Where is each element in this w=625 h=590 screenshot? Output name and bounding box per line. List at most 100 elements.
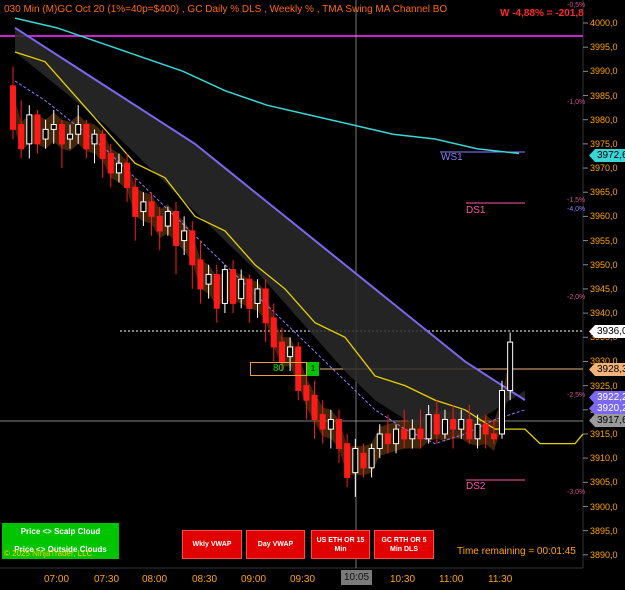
price-axis-label: 3910,0 bbox=[590, 453, 618, 464]
day-vwap-button[interactable]: Day VWAP bbox=[246, 530, 305, 559]
pct-label: -2,0% bbox=[567, 294, 586, 301]
order-quantity-box[interactable]: 80 bbox=[250, 362, 307, 376]
bearish-candle bbox=[156, 215, 163, 232]
bearish-candle bbox=[107, 153, 114, 174]
bearish-candle bbox=[132, 186, 139, 217]
pct-label: -1,5% bbox=[567, 197, 586, 204]
bullish-candle bbox=[327, 418, 334, 430]
order-price-badge: 3928,3 bbox=[589, 363, 625, 376]
time-axis-label: 08:00 bbox=[142, 574, 168, 585]
scalp-cloud-button[interactable]: Price <> Scalp Cloud bbox=[2, 523, 119, 541]
price-axis-label: 3945,0 bbox=[590, 283, 618, 294]
bullish-candle bbox=[474, 423, 481, 440]
bearish-candle bbox=[230, 269, 237, 304]
bullish-candle bbox=[499, 389, 505, 435]
bearish-candle bbox=[450, 418, 457, 430]
time-remaining-label: Time remaining = 00:01:45 bbox=[457, 546, 576, 557]
time-axis-label: 10:30 bbox=[390, 574, 416, 585]
order-marker-box[interactable]: 1 bbox=[307, 362, 319, 376]
bearish-candle bbox=[417, 428, 424, 440]
bullish-candle bbox=[425, 414, 432, 440]
bearish-candle bbox=[246, 278, 253, 309]
ds2-level-label: DS2 bbox=[466, 481, 486, 492]
bullish-candle bbox=[441, 418, 448, 435]
pct-label: -2,5% bbox=[567, 392, 586, 399]
time-axis-label: 08:30 bbox=[192, 574, 218, 585]
price-axis-label: 3915,0 bbox=[590, 428, 618, 439]
tma-middle-price-badge: 3920,2 bbox=[589, 402, 625, 415]
wkly-vwap-button[interactable]: Wkly VWAP bbox=[182, 530, 242, 559]
bearish-candle bbox=[270, 317, 277, 348]
bearish-candle bbox=[401, 428, 408, 440]
bearish-candle bbox=[336, 418, 342, 449]
bearish-candle bbox=[303, 385, 310, 401]
price-axis-label: 3900,0 bbox=[590, 501, 618, 512]
time-axis-label: 07:00 bbox=[44, 574, 70, 585]
bullish-candle bbox=[238, 278, 245, 300]
price-axis-label: 3905,0 bbox=[590, 477, 618, 488]
price-axis-label: 3980,0 bbox=[590, 114, 618, 125]
ds1-level-label: DS1 bbox=[466, 205, 486, 216]
bullish-candle bbox=[352, 447, 359, 474]
price-axis-label: 3955,0 bbox=[590, 235, 618, 246]
time-axis-label: 11:00 bbox=[439, 574, 464, 585]
price-axis-label: 3970,0 bbox=[590, 163, 618, 174]
pct-label: -4,0% bbox=[567, 206, 586, 213]
bullish-candle bbox=[409, 428, 416, 440]
price-axis-label: 3985,0 bbox=[590, 90, 618, 101]
pct-label: -0,5% bbox=[567, 2, 586, 9]
bullish-candle bbox=[115, 162, 122, 174]
bullish-candle bbox=[393, 428, 400, 445]
price-chart[interactable] bbox=[0, 0, 625, 590]
bullish-candle bbox=[50, 124, 57, 130]
time-axis-label: 07:30 bbox=[94, 574, 120, 585]
price-axis-label: 3960,0 bbox=[590, 211, 618, 222]
bearish-candle bbox=[311, 394, 318, 420]
bullish-candle bbox=[42, 128, 49, 140]
bullish-candle bbox=[368, 447, 375, 469]
bullish-candle bbox=[26, 114, 33, 145]
cyan-ma-price-badge: 3972,6 bbox=[589, 149, 625, 162]
bearish-candle bbox=[433, 414, 440, 435]
bullish-candle bbox=[287, 346, 294, 358]
bullish-candle bbox=[67, 133, 74, 140]
bearish-candle bbox=[189, 230, 196, 266]
bullish-candle bbox=[181, 230, 188, 242]
bearish-candle bbox=[18, 124, 25, 150]
bearish-candle bbox=[124, 162, 131, 188]
bullish-candle bbox=[164, 211, 171, 227]
bullish-candle bbox=[205, 273, 212, 285]
bearish-candle bbox=[262, 288, 269, 324]
bearish-candle bbox=[34, 114, 41, 145]
price-axis-label: 3925,0 bbox=[590, 380, 618, 391]
time-axis-label: 09:30 bbox=[290, 574, 316, 585]
bullish-candle bbox=[254, 288, 261, 304]
bullish-candle bbox=[507, 341, 514, 391]
price-axis-label: 3965,0 bbox=[590, 187, 618, 198]
bearish-candle bbox=[319, 414, 326, 430]
price-axis-label: 3940,0 bbox=[590, 308, 618, 319]
price-axis-label: 3895,0 bbox=[590, 525, 618, 536]
ws1-level-label: WS1 bbox=[441, 152, 463, 163]
bearish-candle bbox=[197, 259, 204, 290]
chart-header-title: 030 Min (M)GC Oct 20 (1%=40p=$400) , GC … bbox=[4, 4, 448, 15]
copyright-label: © 2025 NinjaTrader, LLC bbox=[4, 549, 93, 558]
bullish-candle bbox=[221, 269, 228, 304]
bearish-candle bbox=[490, 433, 497, 440]
bullish-candle bbox=[75, 124, 82, 135]
time-axis-label: 11:30 bbox=[488, 574, 513, 585]
time-axis-label: 09:00 bbox=[241, 574, 267, 585]
bearish-candle bbox=[466, 418, 473, 440]
gc-rth-or-button[interactable]: GC RTH OR 5 Min DLS bbox=[374, 530, 434, 559]
bearish-candle bbox=[173, 211, 179, 246]
bearish-candle bbox=[278, 341, 285, 362]
crosshair-time-label: 10:05 bbox=[341, 570, 372, 585]
price-axis-label: 3890,0 bbox=[590, 549, 618, 560]
bullish-candle bbox=[91, 133, 98, 145]
us-eth-or-button[interactable]: US ETH OR 15 Min bbox=[311, 530, 370, 559]
crosshair-price-badge: 3917,6 bbox=[589, 414, 625, 427]
weekly-change-label: W -4,88% = -201,8 bbox=[500, 8, 584, 19]
bearish-candle bbox=[384, 433, 391, 445]
bearish-candle bbox=[360, 452, 367, 469]
bearish-candle bbox=[10, 85, 16, 130]
